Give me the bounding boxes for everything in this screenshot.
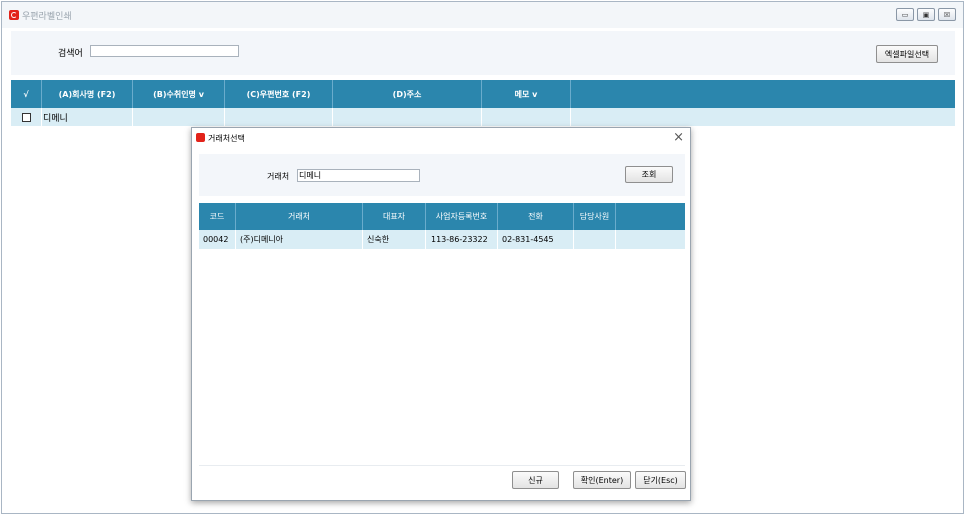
header-client[interactable]: 거래처 <box>236 203 363 230</box>
close-window-button[interactable]: ☒ <box>938 8 956 21</box>
header-check[interactable]: √ <box>11 80 42 108</box>
app-logo-icon <box>9 10 19 20</box>
confirm-button[interactable]: 확인(Enter) <box>573 471 631 489</box>
header-filler <box>571 80 955 108</box>
cell-bizno[interactable]: 113-86-23322 <box>426 230 498 249</box>
header-rep[interactable]: 대표자 <box>363 203 426 230</box>
header-zip[interactable]: (C)우편번호 (F2) <box>225 80 333 108</box>
client-search-input[interactable] <box>297 169 420 182</box>
table-row[interactable]: 00042 (주)디메니아 신숙한 113-86-23322 02-831-45… <box>199 230 685 249</box>
cell-memo[interactable] <box>482 108 571 126</box>
dialog-title: 거래처선택 <box>208 134 245 143</box>
close-icon[interactable]: × <box>673 130 684 145</box>
header-bizno[interactable]: 사업자등록번호 <box>426 203 498 230</box>
cell-phone[interactable]: 02-831-4545 <box>498 230 574 249</box>
title-bar[interactable]: 우편라벨인쇄 ▭ ▣ ☒ <box>2 2 963 28</box>
dialog-search-panel: 거래처 조회 <box>199 154 685 196</box>
cell-rep[interactable]: 신숙한 <box>363 230 426 249</box>
window-controls: ▭ ▣ ☒ <box>896 8 956 21</box>
cell-client-name[interactable]: (주)디메니아 <box>236 230 363 249</box>
minimize-button[interactable]: ▭ <box>896 8 914 21</box>
row-checkbox-cell <box>11 108 42 126</box>
cell-company[interactable]: 디메니 <box>42 108 133 126</box>
cell-code[interactable]: 00042 <box>199 230 236 249</box>
cell-recipient[interactable] <box>133 108 225 126</box>
cell-address[interactable] <box>333 108 482 126</box>
cell-zip[interactable] <box>225 108 333 126</box>
search-input[interactable] <box>90 45 239 57</box>
dialog-title-bar[interactable]: 거래처선택 × <box>192 128 690 148</box>
maximize-button[interactable]: ▣ <box>917 8 935 21</box>
header-address[interactable]: (D)주소 <box>333 80 482 108</box>
cell-filler <box>571 108 955 126</box>
header-company[interactable]: (A)회사명 (F2) <box>42 80 133 108</box>
divider <box>199 465 685 466</box>
query-button[interactable]: 조회 <box>625 166 673 183</box>
client-grid-header: 코드 거래처 대표자 사업자등록번호 전화 담당사원 <box>199 203 685 230</box>
client-select-dialog: 거래처선택 × 거래처 조회 코드 거래처 대표자 사업자등록번호 전화 담당사… <box>191 127 691 501</box>
header-code[interactable]: 코드 <box>199 203 236 230</box>
excel-file-select-button[interactable]: 엑셀파일선택 <box>876 45 938 63</box>
grid-header: √ (A)회사명 (F2) (B)수취인명 v (C)우편번호 (F2) (D)… <box>11 80 955 108</box>
header-memo[interactable]: 메모 v <box>482 80 571 108</box>
header-filler <box>616 203 685 230</box>
header-phone[interactable]: 전화 <box>498 203 574 230</box>
client-grid: 코드 거래처 대표자 사업자등록번호 전화 담당사원 00042 (주)디메니아… <box>199 203 685 249</box>
window-title: 우편라벨인쇄 <box>22 12 72 22</box>
close-button[interactable]: 닫기(Esc) <box>635 471 686 489</box>
row-checkbox[interactable] <box>22 112 31 122</box>
client-search-label: 거래처 <box>267 172 290 181</box>
table-row[interactable]: 디메니 <box>11 108 955 126</box>
search-label: 검색어 <box>58 49 83 59</box>
cell-filler <box>616 230 685 249</box>
search-panel: 검색어 엑셀파일선택 <box>11 31 955 75</box>
header-staff[interactable]: 담당사원 <box>574 203 616 230</box>
cell-staff[interactable] <box>574 230 616 249</box>
app-logo-icon <box>196 133 205 142</box>
label-grid: √ (A)회사명 (F2) (B)수취인명 v (C)우편번호 (F2) (D)… <box>11 80 955 126</box>
new-button[interactable]: 신규 <box>512 471 559 489</box>
header-recipient[interactable]: (B)수취인명 v <box>133 80 225 108</box>
